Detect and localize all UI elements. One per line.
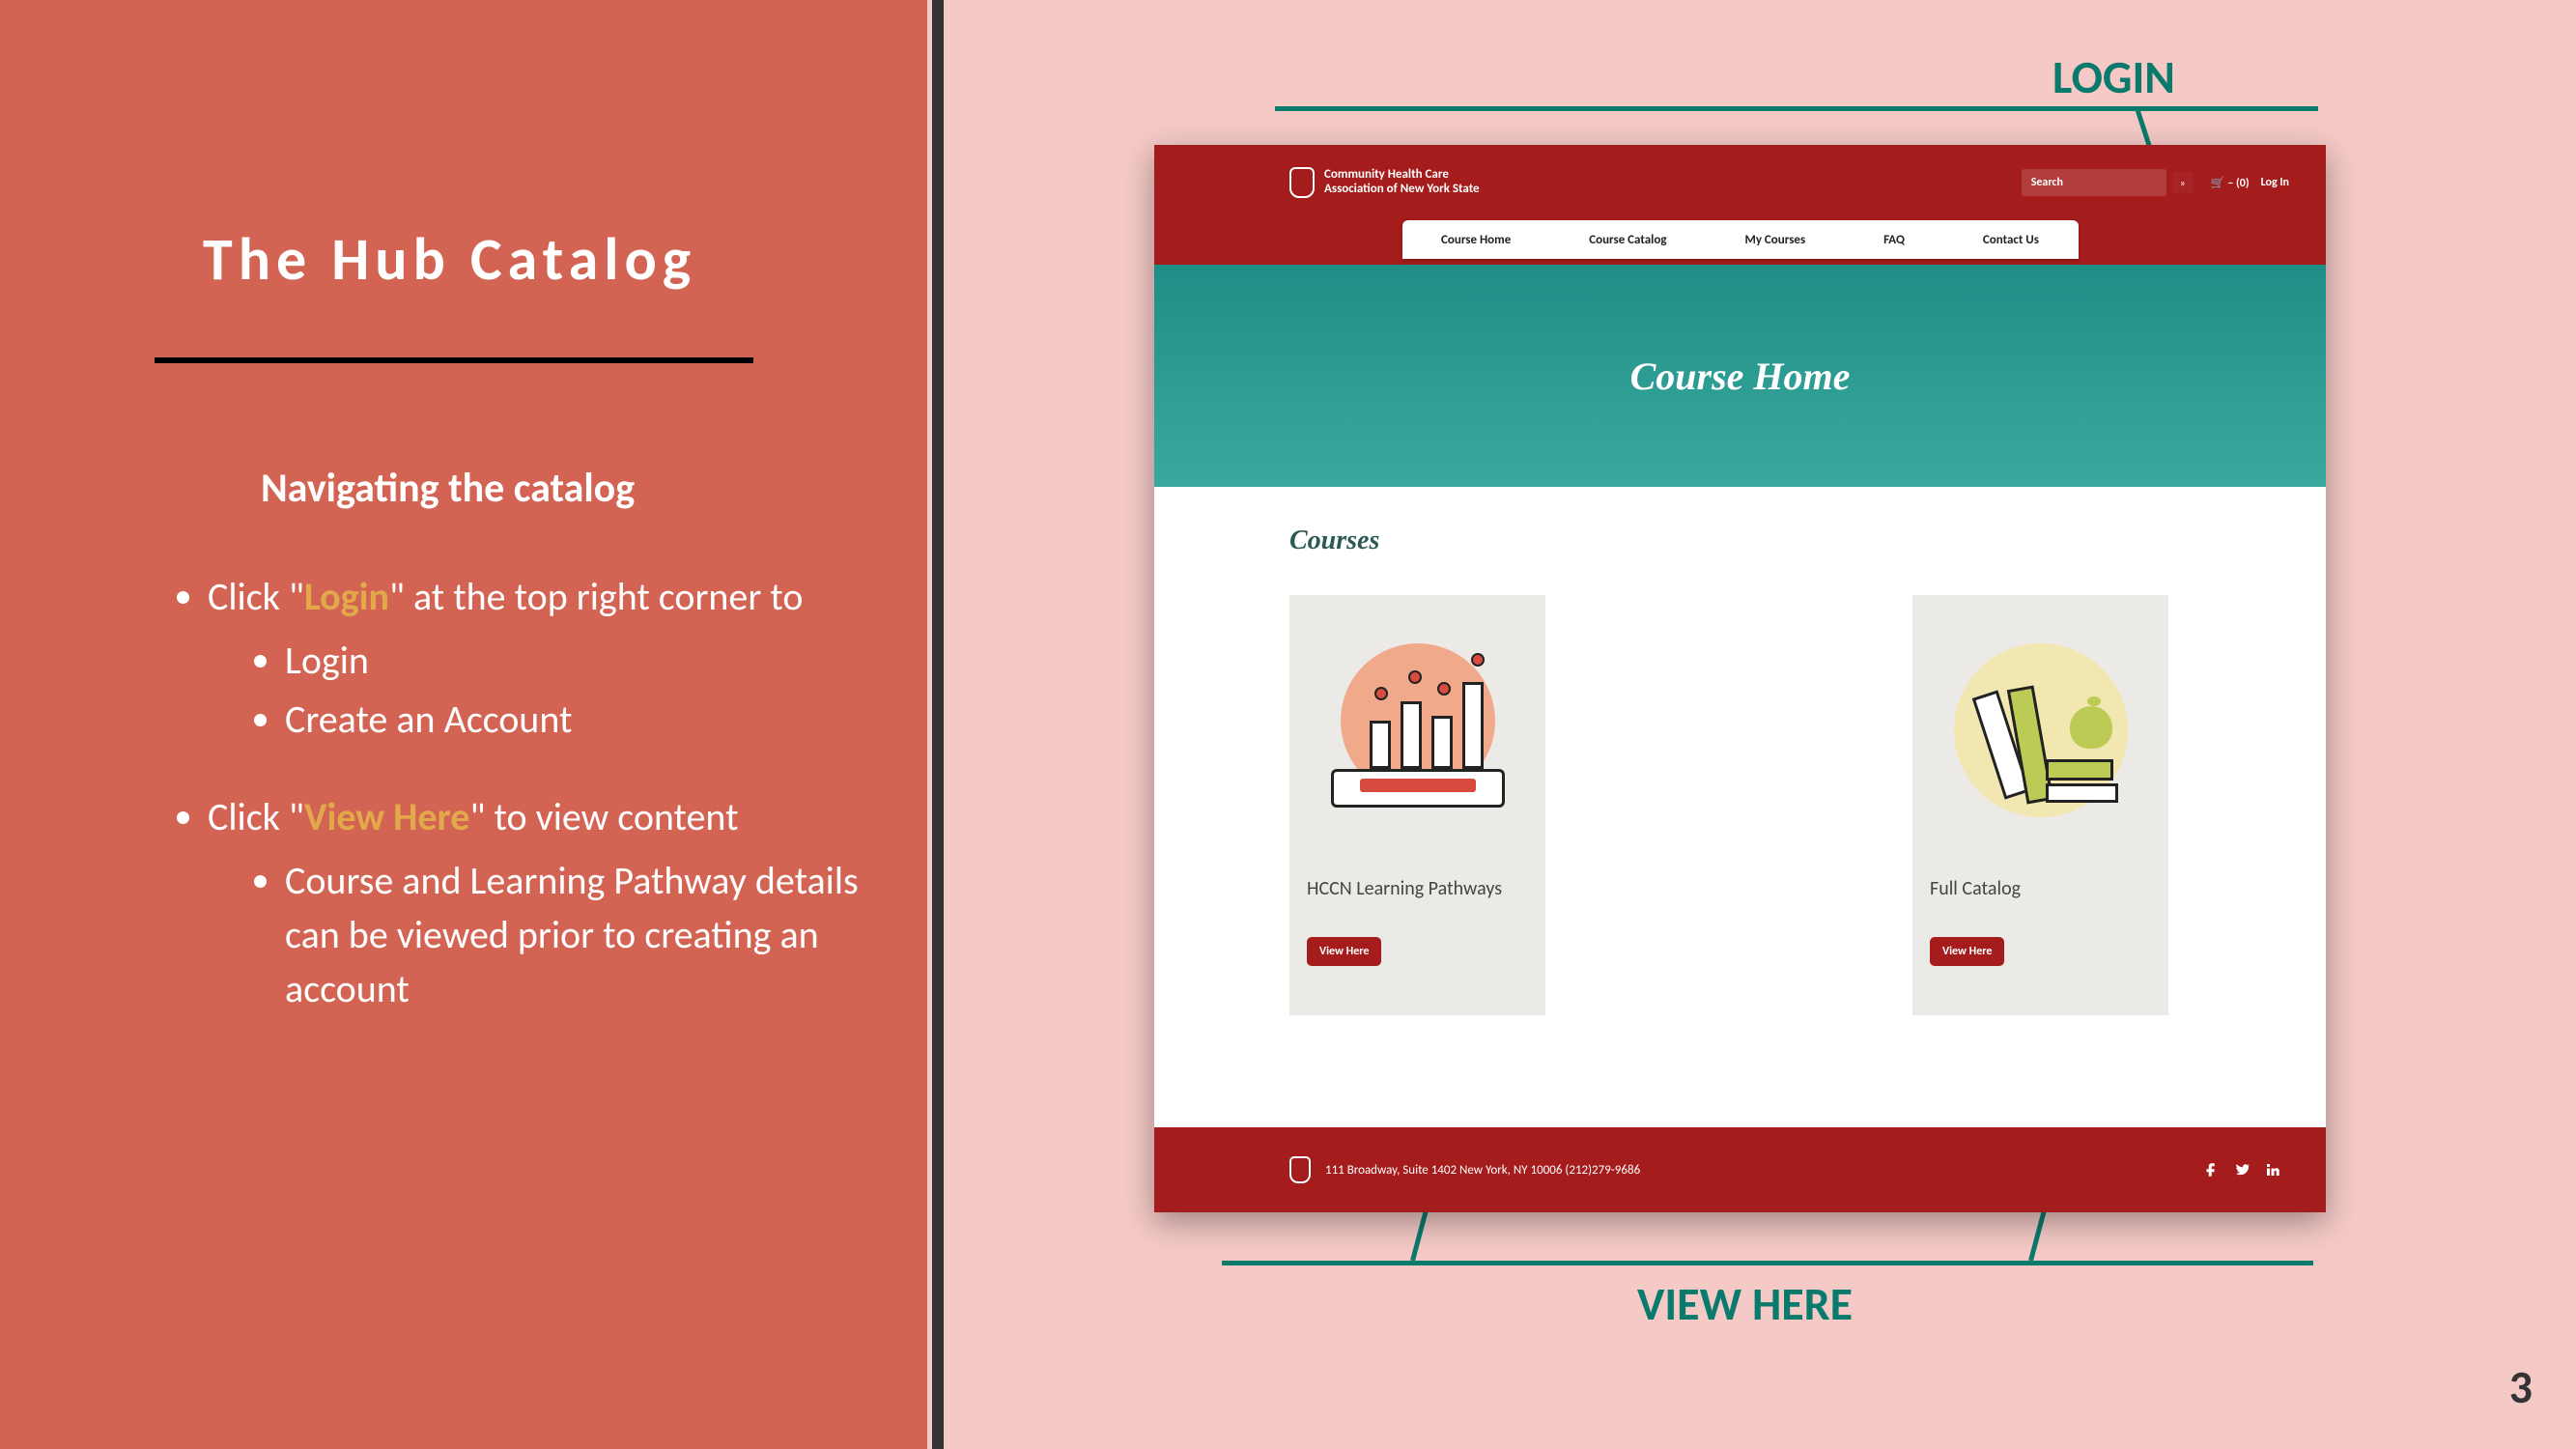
card-hccn-image [1289, 595, 1545, 866]
card-full-catalog[interactable]: Full Catalog View Here [1912, 595, 2168, 1015]
sub-2-1: Course and Learning Pathway details can … [285, 854, 869, 1016]
twitter-icon[interactable] [2232, 1160, 2251, 1179]
books-apple-icon [1944, 634, 2137, 827]
site-body: Courses [1154, 487, 2326, 1035]
card-full-catalog-image [1912, 595, 2168, 866]
card-hccn-title: HCCN Learning Pathways [1307, 877, 1528, 927]
chart-growth-icon [1321, 634, 1514, 827]
sub-1-2: Create an Account [285, 693, 869, 747]
bullet-1-subs: Login Create an Account [285, 634, 869, 747]
screenshot: Community Health Care Association of New… [1154, 145, 2326, 1212]
page-number: 3 [2509, 1358, 2533, 1415]
callout-login-label: LOGIN [2052, 48, 2175, 105]
title-underline [155, 357, 753, 363]
courses-heading: Courses [1289, 526, 2191, 556]
nav-bar: Course Home Course Catalog My Courses FA… [1402, 220, 2079, 259]
search-go-button[interactable]: » [2172, 172, 2194, 193]
callout-login-rule [1275, 106, 2318, 111]
brand-text: Community Health Care Association of New… [1324, 168, 1480, 197]
brand-logo-icon [1289, 167, 1315, 198]
slide-title: The Hub Catalog [203, 222, 696, 296]
nav-my-courses[interactable]: My Courses [1744, 233, 1805, 247]
sub-1-1: Login [285, 634, 869, 688]
bullet-2: Click "View Here" to view content Course… [208, 790, 869, 1016]
nav-faq[interactable]: FAQ [1883, 233, 1905, 247]
slide-subtitle: Navigating the catalog [261, 464, 635, 513]
bullet-1: Click "Login" at the top right corner to… [208, 570, 869, 747]
instruction-panel: The Hub Catalog Navigating the catalog C… [0, 0, 927, 1449]
callout-view-rule [1222, 1261, 2313, 1265]
accent-view-here: View Here [304, 793, 470, 840]
callout-view-label: VIEW HERE [1637, 1275, 1853, 1332]
linkedin-icon[interactable] [2263, 1160, 2282, 1179]
accent-login: Login [304, 573, 389, 620]
card-full-catalog-title: Full Catalog [1930, 877, 2151, 927]
footer-social [2201, 1160, 2282, 1179]
site-footer: 111 Broadway, Suite 1402 New York, NY 10… [1154, 1127, 2326, 1212]
nav-contact-us[interactable]: Contact Us [1983, 233, 2039, 247]
slide: The Hub Catalog Navigating the catalog C… [0, 0, 2576, 1449]
panel-divider [932, 0, 944, 1449]
facebook-icon[interactable] [2201, 1160, 2221, 1179]
search-input[interactable]: Search [2022, 169, 2166, 196]
site-nav: Course Home Course Catalog My Courses FA… [1154, 220, 2326, 265]
cart-link[interactable]: 🛒 – (0) [2211, 176, 2250, 190]
bullet-2-subs: Course and Learning Pathway details can … [285, 854, 869, 1016]
login-link[interactable]: Log In [2261, 176, 2289, 189]
hero-title: Course Home [1154, 265, 2326, 487]
footer-logo-icon [1289, 1156, 1311, 1183]
cards-row: HCCN Learning Pathways View Here [1289, 595, 2191, 1015]
card-hccn[interactable]: HCCN Learning Pathways View Here [1289, 595, 1545, 1015]
card-hccn-view-button[interactable]: View Here [1307, 937, 1381, 966]
nav-course-catalog[interactable]: Course Catalog [1589, 233, 1666, 247]
brand[interactable]: Community Health Care Association of New… [1289, 167, 1480, 198]
card-full-catalog-view-button[interactable]: View Here [1930, 937, 2004, 966]
site-header: Community Health Care Association of New… [1154, 145, 2326, 220]
nav-course-home[interactable]: Course Home [1441, 233, 1511, 247]
footer-address: 111 Broadway, Suite 1402 New York, NY 10… [1325, 1163, 1640, 1178]
bullet-list: Click "Login" at the top right corner to… [174, 570, 869, 1060]
